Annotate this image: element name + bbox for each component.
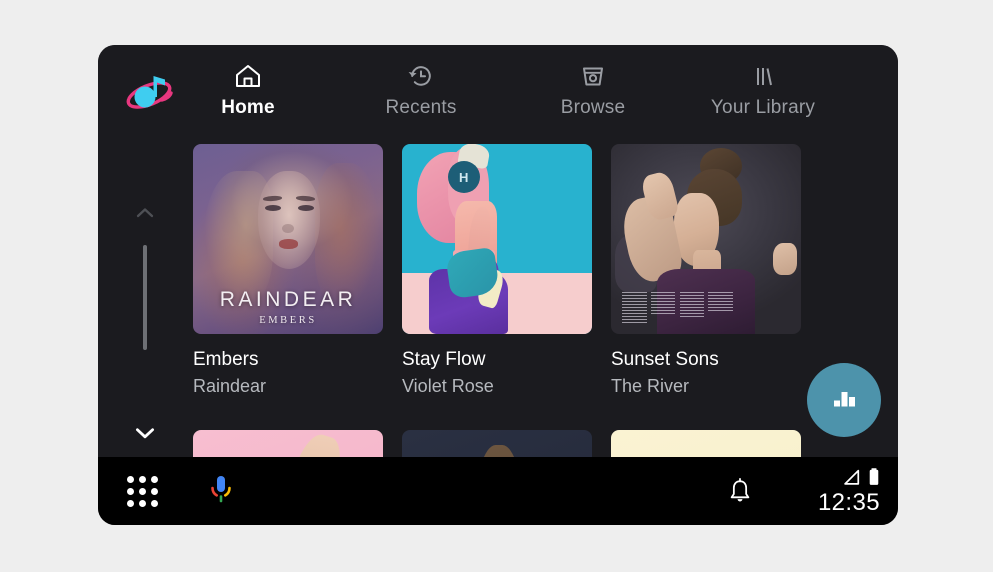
media-card[interactable]: [402, 430, 592, 457]
nav-tab-your-library-label: Your Library: [710, 97, 816, 118]
album-art-stay-flow: H: [402, 144, 592, 334]
headphone-logo-letter: H: [447, 161, 480, 194]
media-card[interactable]: [193, 430, 383, 457]
album-art-subtitle-text: EMBERS: [259, 315, 317, 326]
media-card[interactable]: Sunset Sons The River: [611, 144, 801, 397]
scroll-rail: [123, 145, 167, 445]
google-assistant-mic-icon[interactable]: [201, 471, 241, 511]
now-playing-fab[interactable]: [807, 363, 881, 437]
system-bottom-bar: 12:35: [98, 457, 898, 525]
nav-tab-recents-label: Recents: [385, 97, 457, 118]
top-navigation-bar: Home Recents Browse Your Library: [98, 45, 898, 137]
media-card[interactable]: RAINDEAR EMBERS Embers Raindear: [193, 144, 383, 397]
album-art-embers: RAINDEAR EMBERS: [193, 144, 383, 334]
status-clock: 12:35: [817, 489, 880, 516]
scroll-up-button[interactable]: [123, 195, 167, 231]
scroll-down-button[interactable]: [123, 415, 167, 451]
media-card-subtitle: Raindear: [193, 376, 267, 396]
apps-grid-icon[interactable]: [122, 473, 162, 509]
nav-tab-your-library[interactable]: Your Library: [678, 59, 848, 131]
album-art-sunset-sons: [611, 144, 801, 334]
nav-tab-browse-label: Browse: [560, 97, 626, 118]
media-app-window: Home Recents Browse Your Library RAINDEA…: [98, 45, 898, 525]
media-grid: RAINDEAR EMBERS Embers Raindear H Stay F…: [193, 137, 898, 457]
library-icon: [748, 59, 778, 93]
media-card-title: Stay Flow: [402, 349, 486, 370]
browse-icon: [578, 59, 608, 93]
nav-tab-browse[interactable]: Browse: [508, 59, 678, 131]
nav-tab-home-label: Home: [221, 97, 275, 118]
album-art-row2-navy: [402, 430, 592, 457]
media-card-subtitle: Violet Rose: [402, 376, 494, 396]
history-icon: [406, 59, 436, 93]
notification-bell-icon[interactable]: [720, 473, 760, 511]
album-art-row2-cream: [611, 430, 801, 457]
home-icon: [233, 59, 263, 93]
media-card-subtitle: The River: [611, 376, 690, 396]
album-art-row2-pink: [193, 430, 383, 457]
media-card[interactable]: [611, 430, 801, 457]
scrollbar-thumb[interactable]: [143, 245, 147, 350]
signal-bars-icon: [841, 468, 861, 492]
media-card[interactable]: H Stay Flow Violet Rose: [402, 144, 592, 397]
media-card-title: Sunset Sons: [611, 349, 719, 370]
equalizer-icon: [829, 383, 859, 418]
status-cluster: 12:35: [772, 467, 882, 519]
nav-tab-home[interactable]: Home: [163, 59, 333, 131]
album-art-wordmark: RAINDEAR: [219, 288, 357, 311]
nav-tab-recents[interactable]: Recents: [336, 59, 506, 131]
media-card-title: Embers: [193, 349, 259, 370]
